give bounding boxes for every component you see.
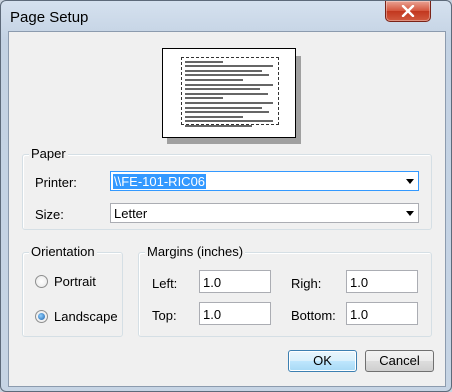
orientation-legend: Orientation xyxy=(29,244,97,259)
preview-line xyxy=(185,97,224,100)
ok-button[interactable]: OK xyxy=(288,350,357,372)
landscape-radio[interactable] xyxy=(35,310,48,323)
preview-line xyxy=(185,101,274,104)
margin-right-label: Righ: xyxy=(291,276,322,291)
printer-value: \\FE-101-RIC06 xyxy=(113,174,207,189)
preview-line xyxy=(185,92,268,95)
paper-legend: Paper xyxy=(29,146,68,161)
margin-left-input[interactable]: 1.0 xyxy=(199,270,271,293)
printer-label: Printer: xyxy=(35,175,77,190)
preview-line xyxy=(185,69,262,72)
margins-legend: Margins (inches) xyxy=(145,244,246,259)
close-button[interactable] xyxy=(385,1,431,22)
size-label: Size: xyxy=(35,207,64,222)
portrait-radio[interactable] xyxy=(35,275,48,288)
margin-top-input[interactable]: 1.0 xyxy=(199,302,271,325)
margin-right-value: 1.0 xyxy=(350,275,369,290)
page-setup-dialog: Page Setup Paper Printer: \\FE-101-RIC06… xyxy=(0,0,452,392)
margin-bottom-value: 1.0 xyxy=(350,307,369,322)
margin-top-label: Top: xyxy=(152,308,177,323)
preview-line xyxy=(185,74,270,77)
chevron-down-icon xyxy=(406,179,414,184)
preview-line xyxy=(185,120,274,123)
preview-line xyxy=(185,106,262,109)
preview-text-area xyxy=(181,57,279,127)
close-icon xyxy=(401,5,415,17)
preview-line xyxy=(185,65,274,68)
dialog-body: Paper Printer: \\FE-101-RIC06 Size: Lett… xyxy=(8,31,446,387)
margin-top-value: 1.0 xyxy=(203,307,222,322)
preview-line xyxy=(185,88,260,91)
landscape-label[interactable]: Landscape xyxy=(54,309,118,324)
cancel-button[interactable]: Cancel xyxy=(365,350,434,372)
preview-line xyxy=(185,83,274,86)
size-value: Letter xyxy=(114,206,148,221)
preview-line xyxy=(185,124,253,127)
window-title: Page Setup xyxy=(10,9,89,26)
printer-select[interactable]: \\FE-101-RIC06 xyxy=(110,171,419,191)
page-preview xyxy=(162,48,296,138)
chevron-down-icon xyxy=(406,211,414,216)
preview-line xyxy=(185,78,243,81)
orientation-group: Orientation xyxy=(22,244,123,337)
preview-line xyxy=(185,111,270,114)
margin-left-value: 1.0 xyxy=(203,275,222,290)
margin-right-input[interactable]: 1.0 xyxy=(346,270,418,293)
margin-bottom-label: Bottom: xyxy=(291,308,336,323)
preview-line xyxy=(185,60,224,63)
preview-line xyxy=(185,115,243,118)
margin-bottom-input[interactable]: 1.0 xyxy=(346,302,418,325)
margin-left-label: Left: xyxy=(152,276,178,291)
size-select[interactable]: Letter xyxy=(110,203,419,223)
portrait-label[interactable]: Portrait xyxy=(54,274,96,289)
